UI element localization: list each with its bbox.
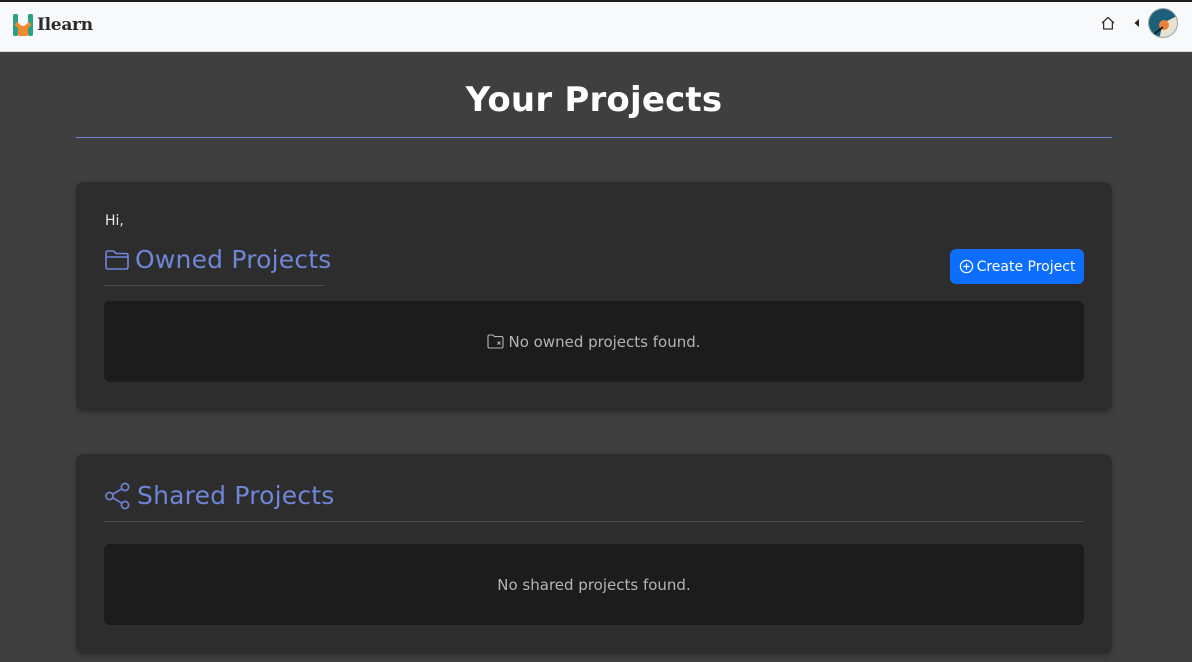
brand-link[interactable]: Ilearn — [12, 12, 93, 38]
owned-projects-empty-state: No owned projects found. — [104, 301, 1084, 382]
home-button[interactable] — [1098, 13, 1118, 33]
shared-projects-title: Shared Projects — [137, 481, 335, 510]
owned-heading-divider — [104, 285, 325, 286]
caret-left-icon[interactable] — [1132, 17, 1142, 29]
create-project-label: Create Project — [976, 258, 1076, 275]
create-project-button[interactable]: Create Project — [950, 249, 1084, 284]
owned-projects-card: Hi, Owned Projects Create Project No own… — [76, 182, 1112, 411]
owned-projects-title: Owned Projects — [135, 245, 332, 274]
top-navbar: Ilearn — [0, 2, 1192, 52]
owned-empty-message: No owned projects found. — [508, 332, 701, 351]
owned-projects-heading: Owned Projects — [104, 245, 332, 274]
page-title: Your Projects — [465, 80, 723, 120]
greeting-text: Hi, — [105, 213, 124, 229]
navbar-actions — [1098, 8, 1178, 38]
house-icon — [1101, 16, 1115, 30]
brand-name: Ilearn — [37, 15, 93, 35]
shared-projects-card: Shared Projects No shared projects found… — [76, 454, 1112, 654]
shared-empty-message: No shared projects found. — [497, 575, 691, 594]
share-icon — [105, 482, 130, 509]
title-divider — [76, 137, 1112, 138]
plus-circle-icon — [959, 259, 974, 274]
avatar-image — [1149, 9, 1177, 37]
shared-projects-heading: Shared Projects — [104, 481, 335, 510]
brand-logo-icon — [13, 14, 33, 36]
user-avatar[interactable] — [1148, 8, 1178, 38]
shared-projects-empty-state: No shared projects found. — [104, 544, 1084, 625]
shared-heading-divider — [104, 521, 1084, 522]
folder-icon — [105, 249, 129, 270]
folder-x-icon — [487, 334, 505, 349]
